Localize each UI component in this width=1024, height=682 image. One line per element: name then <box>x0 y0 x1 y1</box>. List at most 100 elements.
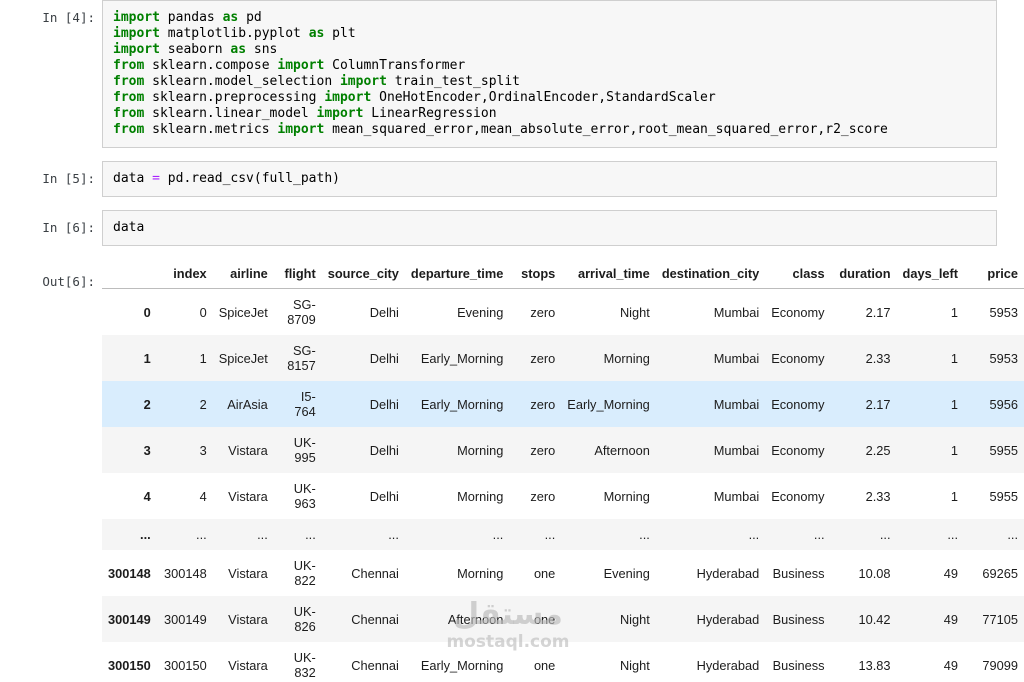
cell: 1 <box>950 488 959 504</box>
cell: Mumbai <box>713 304 760 320</box>
code-token-kw: as <box>230 42 247 57</box>
cell: 2.25 <box>865 442 891 458</box>
cell: Night <box>619 611 650 627</box>
cell: 1 <box>950 304 959 320</box>
code-token-kw: import <box>113 42 160 57</box>
cell: ... <box>196 527 207 542</box>
cell: ... <box>492 527 504 542</box>
code-input[interactable]: data = pd.read_csv(full_path) <box>102 161 997 197</box>
cell: 49 <box>943 611 959 627</box>
cell: 5953 <box>989 350 1018 366</box>
column-header: source_city <box>321 259 405 289</box>
cell: Early_Morning <box>567 396 650 412</box>
code-token: LinearRegression <box>363 106 497 121</box>
cell: Morning <box>457 565 504 581</box>
cell: UK-826 <box>293 604 316 634</box>
input-prompt: In [6]: <box>42 220 95 235</box>
cell: I5-764 <box>294 389 316 419</box>
cell: Business <box>772 611 825 627</box>
cell: 49 <box>943 565 959 581</box>
cell: 2.17 <box>865 396 891 412</box>
cell: 3 <box>199 442 207 458</box>
cell: one <box>533 565 556 581</box>
cell: UK-963 <box>293 481 316 511</box>
column-header: airline <box>212 259 274 289</box>
cell: zero <box>530 304 556 320</box>
cell: UK-995 <box>293 435 316 465</box>
row-label: 2 <box>143 396 151 412</box>
cell: Vistara <box>228 657 268 673</box>
code-token-kw: import <box>277 122 325 137</box>
row-label: 300149 <box>108 611 151 627</box>
table-row: 2 2 AirAsia I5-764 Delhi Early_Morning zero Ear… <box>102 381 1024 427</box>
cell: Morning <box>603 350 650 366</box>
cell: Economy <box>771 350 825 366</box>
cell: Economy <box>771 304 825 320</box>
jupyter-notebook: In [4]: import pandas as pd import matplot… <box>0 0 1024 682</box>
cell: 1 <box>199 350 207 366</box>
cell: Hyderabad <box>696 611 760 627</box>
column-header: flight <box>273 259 322 289</box>
column-header: price <box>964 259 1024 289</box>
cell: Delhi <box>369 350 399 366</box>
code-line: from sklearn.linear_model import LinearR… <box>113 106 986 122</box>
code-token-kw: as <box>222 10 239 25</box>
code-token: sklearn.model_selection <box>144 74 340 89</box>
code-token: OneHotEncoder,OrdinalEncoder,StandardSca… <box>371 90 716 105</box>
column-header: class <box>765 259 831 289</box>
dataframe-header: index airline flight source_city departure_t… <box>102 259 1024 289</box>
code-token-kw: from <box>113 58 145 73</box>
cell: 300149 <box>163 611 207 627</box>
cell: 2.17 <box>865 304 891 320</box>
code-line: data = pd.read_csv(full_path) <box>113 171 986 187</box>
cell: Vistara <box>228 611 268 627</box>
cell: zero <box>530 396 556 412</box>
column-header: stops <box>509 259 562 289</box>
output-cell: Out[6]: index airline flight source_city dep… <box>0 259 1024 682</box>
code-token-kw: as <box>308 26 325 41</box>
cell: 13.83 <box>858 657 891 673</box>
code-token-kw: import <box>113 26 160 41</box>
cell: 10.08 <box>858 565 891 581</box>
code-token-kw: from <box>113 122 145 137</box>
cell: Hyderabad <box>696 657 760 673</box>
cell: Chennai <box>351 611 399 627</box>
cell: 300148 <box>163 565 207 581</box>
input-prompt: In [4]: <box>42 10 95 25</box>
table-row: 1 1 SpiceJet SG-8157 Delhi Early_Morning zero M… <box>102 335 1024 381</box>
code-input[interactable]: import pandas as pd import matplotlib.pyp… <box>102 0 997 148</box>
code-input[interactable]: data <box>102 210 997 246</box>
code-cell: In [5]: data = pd.read_csv(full_path) <box>0 161 1024 197</box>
table-row: 300149 300149 Vistara UK-826 Chennai Afternoo… <box>102 596 1024 642</box>
code-token: sklearn.compose <box>144 58 278 73</box>
code-line: from sklearn.model_selection import trai… <box>113 74 986 90</box>
cell: 4 <box>199 488 207 504</box>
code-token: plt <box>324 26 356 41</box>
column-header: destination_city <box>655 259 766 289</box>
cell: Evening <box>457 304 504 320</box>
cell: ... <box>305 527 316 542</box>
code-token-kw: from <box>113 106 145 121</box>
cell: Delhi <box>369 442 399 458</box>
table-row: 300150 300150 Vistara UK-832 Chennai Early_Mo… <box>102 642 1024 682</box>
row-label: ... <box>140 527 151 542</box>
cell: Economy <box>771 442 825 458</box>
row-label: 3 <box>143 442 151 458</box>
cell: SpiceJet <box>218 304 268 320</box>
cell: Night <box>619 657 650 673</box>
cell: Vistara <box>228 488 268 504</box>
table-row: 3 3 Vistara UK-995 Delhi Morning zero Afternoon… <box>102 427 1024 473</box>
cell: Mumbai <box>713 488 760 504</box>
column-header: index <box>156 259 213 289</box>
cell: UK-822 <box>293 558 316 588</box>
cell: Chennai <box>351 565 399 581</box>
column-header: departure_time <box>404 259 510 289</box>
header-row: index airline flight source_city departure_t… <box>102 259 1024 289</box>
code-token: matplotlib.pyplot <box>159 26 309 41</box>
cell: ... <box>1007 527 1018 542</box>
input-prompt: In [5]: <box>42 171 95 186</box>
code-token: sklearn.metrics <box>144 122 278 137</box>
cell: 77105 <box>982 611 1018 627</box>
code-token: mean_squared_error,mean_absolute_error,r… <box>324 122 888 137</box>
code-line: from sklearn.preprocessing import OneHot… <box>113 90 986 106</box>
